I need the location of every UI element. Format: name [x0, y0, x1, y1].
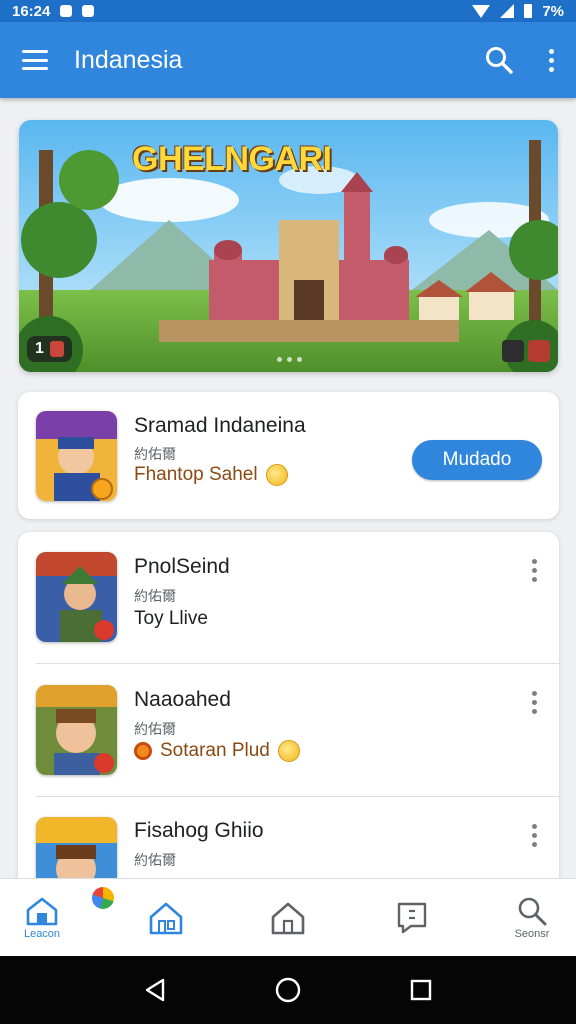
list-item[interactable]: PnolSeind 約佑爾 Toy Llive [18, 532, 559, 664]
battery-level: 7% [542, 2, 564, 20]
menu-icon[interactable] [22, 50, 48, 70]
more-options-icon[interactable] [529, 691, 539, 714]
banner-rating-badge: 1 [27, 336, 72, 362]
featured-banner[interactable]: GHELNGARI 1 [19, 120, 558, 372]
status-bar: 16:24 7% [0, 0, 576, 22]
app-name: Fisahog Ghiio [134, 819, 264, 842]
nav-messages[interactable] [372, 879, 452, 957]
app-bar: Indanesia [0, 22, 576, 98]
coin-icon [277, 740, 300, 762]
more-options-icon[interactable] [529, 559, 539, 582]
nav-search[interactable]: Seonsr [492, 879, 572, 957]
app-subtitle-text: Toy Llive [134, 608, 208, 629]
battery-icon [524, 4, 533, 18]
coin-icon [134, 742, 152, 760]
app-meta: 約佑爾 [134, 721, 176, 737]
featured-app-card[interactable]: Sramad Indaneina 約佑爾 Fhantop Sahel Mudad… [18, 392, 559, 519]
nav-home[interactable]: Leacon [2, 879, 82, 957]
nav-search-label: Seonsr [514, 928, 550, 940]
recents-icon[interactable] [409, 978, 433, 1002]
app-subtitle-text: Sotaran Plud [160, 740, 270, 761]
banner-badge-value: 1 [35, 340, 44, 357]
notification-icon [60, 5, 73, 17]
nav-home-2[interactable] [248, 879, 328, 957]
app-name: Sramad Indaneina [134, 414, 306, 437]
search-icon [518, 897, 547, 926]
more-options-icon[interactable] [549, 48, 554, 72]
store-icon [149, 902, 183, 935]
page-title: Indanesia [74, 45, 183, 74]
notification-icon-2 [82, 5, 95, 17]
nav-home-label: Leacon [23, 928, 61, 940]
banner-badges-right [502, 340, 550, 362]
wifi-icon [472, 4, 491, 18]
back-icon[interactable] [143, 977, 167, 1003]
app-subtitle: Toy Llive [134, 608, 208, 630]
system-navigation-bar [0, 956, 576, 1024]
app-subtitle: Fhantop Sahel [134, 464, 288, 486]
app-meta: 約佑爾 [134, 446, 176, 462]
list-item[interactable]: Naaoahed 約佑爾 Sotaran Plud [18, 664, 559, 796]
status-time: 16:24 [12, 2, 51, 20]
app-icon [36, 552, 117, 642]
signal-icon [500, 4, 515, 18]
app-icon [36, 685, 117, 775]
nav-apps[interactable] [126, 879, 206, 957]
app-name: Naaoahed [134, 688, 231, 711]
message-icon [397, 902, 427, 934]
home-icon [26, 897, 58, 926]
app-list: PnolSeind 約佑爾 Toy Llive Naaoahed 約佑爾 Sot… [18, 532, 559, 892]
profile-avatar-icon[interactable] [92, 887, 114, 909]
badge-icon-red [528, 340, 550, 362]
carousel-indicator [277, 357, 302, 362]
app-subtitle: Sotaran Plud [134, 740, 300, 762]
bottom-navigation: Leacon Seonsr [0, 878, 576, 956]
app-subtitle-text: Fhantop Sahel [134, 464, 258, 485]
app-meta: 約佑爾 [134, 852, 176, 868]
app-icon [36, 411, 117, 501]
badge-icon [502, 340, 524, 362]
app-name: PnolSeind [134, 555, 230, 578]
more-options-icon[interactable] [529, 824, 539, 847]
search-icon[interactable] [485, 46, 513, 74]
house-icon [271, 902, 305, 935]
home-button-icon[interactable] [274, 976, 302, 1004]
coin-icon [265, 464, 288, 486]
app-meta: 約佑爾 [134, 588, 176, 604]
banner-title: GHELNGARI [132, 140, 332, 178]
install-button[interactable]: Mudado [412, 440, 542, 480]
age-rating-icon [49, 341, 64, 357]
